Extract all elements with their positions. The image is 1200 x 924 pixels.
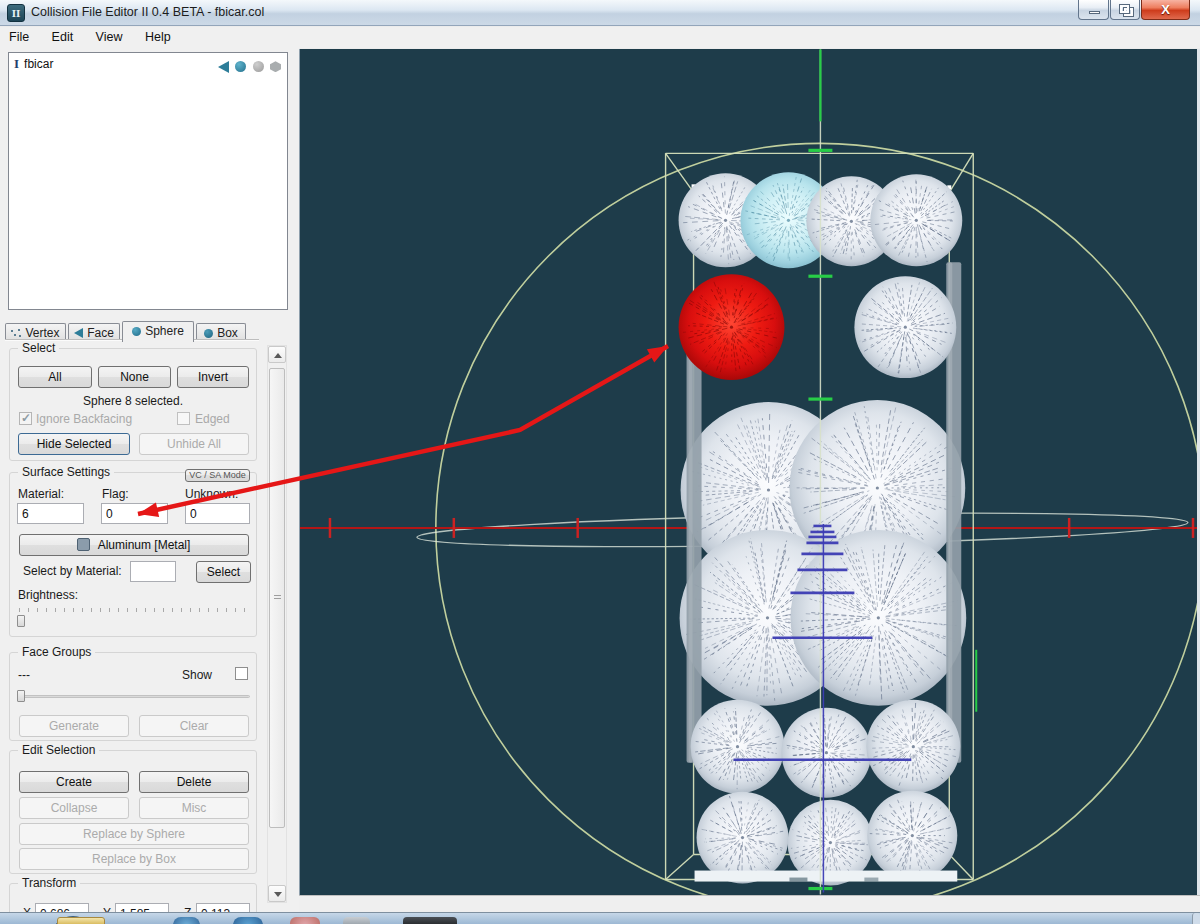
show-label: Show (182, 668, 212, 682)
screen: II Collision File Editor II 0.4 BETA - f… (0, 0, 1200, 924)
tab-box[interactable]: Box (196, 323, 246, 341)
clear-button[interactable]: Clear (139, 715, 249, 737)
menu-view[interactable]: View (87, 27, 132, 48)
face-type-icon (218, 61, 229, 73)
menu-bar: File Edit View Help (0, 27, 1200, 48)
taskbar-app5-icon[interactable] (403, 917, 457, 924)
taskbar-app1-icon[interactable] (173, 917, 200, 924)
tab-sphere[interactable]: Sphere (122, 321, 194, 342)
surface-settings-label: Surface Settings (18, 465, 114, 479)
selection-status: Sphere 8 selected. (9, 394, 257, 408)
window-bottom-strip (299, 895, 1200, 912)
material-name-button[interactable]: Aluminum [Metal] (19, 534, 249, 556)
unknown-label: Unknown: (185, 487, 238, 501)
flag-label: Flag: (102, 487, 129, 501)
transform-label: Transform (18, 876, 80, 890)
panel-scrollbar[interactable] (267, 345, 287, 903)
close-icon: X (1142, 2, 1189, 17)
box-type-icon (270, 61, 281, 72)
taskbar-app2-icon[interactable] (233, 917, 263, 924)
viewport-3d[interactable] (299, 49, 1197, 895)
brightness-slider[interactable] (17, 615, 25, 627)
face-icon (74, 328, 83, 338)
select-by-material-label: Select by Material: (23, 564, 122, 578)
taskbar-folder-icon[interactable] (57, 917, 105, 924)
sphere-icon (132, 327, 141, 336)
minimize-button[interactable] (1078, 0, 1109, 20)
minimize-icon (1089, 11, 1100, 14)
taskbar-app4-icon[interactable] (343, 917, 370, 924)
misc-button[interactable]: Misc (139, 797, 249, 819)
brightness-label: Brightness: (18, 588, 78, 602)
material-label: Material: (18, 487, 64, 501)
replace-by-sphere-button[interactable]: Replace by Sphere (19, 823, 249, 845)
create-button[interactable]: Create (19, 771, 129, 793)
taskbar-app3-icon[interactable] (290, 917, 320, 924)
sphere-off-icon (253, 61, 264, 72)
unknown-input[interactable] (185, 503, 250, 524)
delete-button[interactable]: Delete (139, 771, 249, 793)
scroll-thumb[interactable] (269, 368, 285, 828)
scroll-down-arrow[interactable] (268, 885, 286, 902)
menu-help[interactable]: Help (136, 27, 180, 48)
face-group-slider[interactable] (17, 690, 25, 702)
edit-selection-label: Edit Selection (18, 743, 99, 757)
replace-by-box-button[interactable]: Replace by Box (19, 848, 249, 870)
select-group-label: Select (18, 341, 59, 355)
box-icon (204, 329, 213, 338)
tree-item-fbicar[interactable]: Ifbicar (14, 56, 53, 72)
app-icon: II (7, 4, 25, 22)
vertex-icon (11, 329, 21, 338)
model-icon: I (14, 56, 19, 71)
scroll-up-arrow[interactable] (268, 346, 286, 363)
restore-button[interactable] (1110, 0, 1140, 20)
flag-input[interactable] (101, 503, 168, 524)
brightness-ticks (19, 608, 250, 612)
ignore-backfacing-label: Ignore Backfacing (36, 412, 132, 426)
collapse-button[interactable]: Collapse (19, 797, 129, 819)
material-input[interactable] (17, 503, 84, 524)
close-button[interactable]: X (1141, 0, 1190, 20)
tab-vertex[interactable]: Vertex (5, 323, 66, 341)
model-tree[interactable]: Ifbicar (8, 52, 288, 310)
sphere-type-icon (235, 61, 246, 72)
unhide-all-button[interactable]: Unhide All (139, 433, 249, 455)
menu-file[interactable]: File (0, 27, 38, 48)
select-all-button[interactable]: All (18, 366, 92, 388)
hide-selected-button[interactable]: Hide Selected (18, 433, 130, 455)
select-by-material-button[interactable]: Select (196, 561, 251, 583)
window-title: Collision File Editor II 0.4 BETA - fbic… (31, 5, 264, 19)
select-by-material-input[interactable] (130, 561, 176, 582)
edged-checkbox[interactable] (177, 412, 190, 425)
face-groups-value: --- (18, 668, 30, 682)
ignore-backfacing-checkbox[interactable] (19, 412, 32, 425)
left-panel: Ifbicar Vertex Face Sphere Box (0, 48, 299, 912)
face-group-slider-track (18, 695, 250, 698)
tree-type-icons (216, 57, 281, 75)
menu-edit[interactable]: Edit (43, 27, 83, 48)
material-color-swatch (77, 538, 90, 551)
show-desktop-button[interactable] (1192, 913, 1200, 924)
edged-label: Edged (195, 412, 230, 426)
y-input[interactable] (115, 903, 169, 912)
select-none-button[interactable]: None (98, 366, 171, 388)
tab-face[interactable]: Face (68, 323, 120, 341)
x-input[interactable] (35, 903, 89, 912)
generate-button[interactable]: Generate (19, 715, 129, 737)
z-input[interactable] (196, 903, 250, 912)
title-bar[interactable]: II Collision File Editor II 0.4 BETA - f… (0, 0, 1200, 26)
select-invert-button[interactable]: Invert (177, 366, 249, 388)
taskbar (0, 912, 1200, 924)
vc-sa-mode-button[interactable]: VC / SA Mode (185, 469, 250, 482)
show-checkbox[interactable] (235, 667, 248, 680)
face-groups-label: Face Groups (18, 645, 95, 659)
